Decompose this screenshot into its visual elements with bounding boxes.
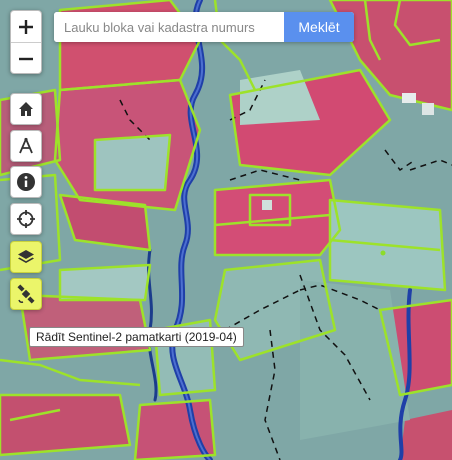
minus-icon	[19, 57, 33, 60]
layers-icon	[18, 250, 34, 263]
plus-icon	[19, 19, 33, 34]
measure-button[interactable]	[10, 130, 42, 162]
info-button[interactable]	[10, 166, 42, 198]
search-input[interactable]	[54, 12, 284, 42]
satellite-map[interactable]	[0, 0, 452, 460]
home-button[interactable]	[10, 93, 42, 125]
sentinel-basemap-button[interactable]	[10, 278, 42, 310]
measure-compass-icon	[19, 137, 33, 154]
sentinel-tooltip: Rādīt Sentinel-2 pamatkarti (2019-04)	[29, 327, 244, 347]
zoom-control	[10, 10, 42, 74]
satellite-icon	[17, 284, 35, 304]
layers-button[interactable]	[10, 241, 42, 273]
home-icon	[19, 102, 33, 116]
locate-crosshair-icon	[17, 210, 35, 228]
search-button[interactable]: Meklēt	[284, 12, 354, 42]
zoom-out-button[interactable]	[11, 43, 41, 74]
zoom-in-button[interactable]	[11, 11, 41, 42]
search-bar: Meklēt	[54, 12, 354, 42]
locate-button[interactable]	[10, 203, 42, 235]
info-icon	[17, 173, 35, 191]
